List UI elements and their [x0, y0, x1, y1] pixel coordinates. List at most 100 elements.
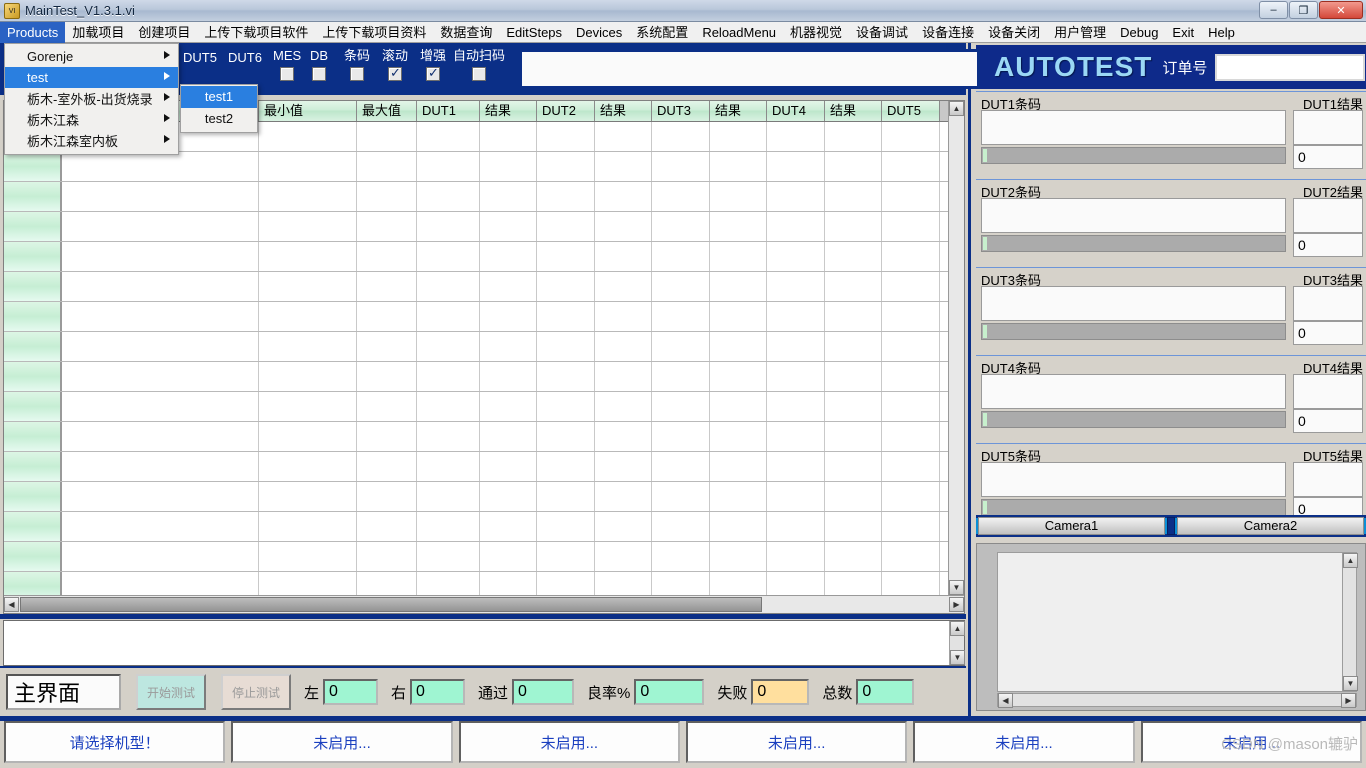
grid-cell[interactable]	[537, 272, 595, 301]
toolbar-checkbox-i4[interactable]	[426, 65, 440, 81]
log-vertical-scrollbar[interactable]: ▲ ▼	[949, 621, 965, 665]
grid-cell[interactable]	[595, 392, 652, 421]
grid-cell[interactable]	[417, 392, 480, 421]
grid-cell[interactable]	[357, 452, 417, 481]
grid-cell[interactable]	[62, 452, 259, 481]
grid-cell[interactable]	[767, 392, 825, 421]
log-textbox[interactable]: ▲ ▼	[3, 620, 965, 666]
grid-cell[interactable]	[882, 392, 940, 421]
grid-row[interactable]	[4, 272, 964, 302]
grid-cell[interactable]	[882, 242, 940, 271]
grid-cell[interactable]	[537, 182, 595, 211]
grid-cell[interactable]	[595, 272, 652, 301]
grid-row[interactable]	[4, 572, 964, 595]
grid-cell[interactable]	[537, 422, 595, 451]
grid-row[interactable]	[4, 242, 964, 272]
grid-cell[interactable]	[652, 242, 710, 271]
grid-cell[interactable]	[537, 212, 595, 241]
grid-cell[interactable]	[417, 542, 480, 571]
toolbar-checkbox-mes[interactable]	[280, 67, 295, 81]
grid-row[interactable]	[4, 332, 964, 362]
grid-cell[interactable]	[259, 362, 357, 391]
grid-cell[interactable]	[595, 512, 652, 541]
grid-cell[interactable]	[537, 572, 595, 595]
dut-barcode-input[interactable]	[981, 110, 1286, 145]
grid-cell[interactable]	[825, 242, 882, 271]
menu-item-i4[interactable]: 上传下载项目资料	[315, 22, 433, 43]
grid-cell[interactable]	[767, 422, 825, 451]
grid-cell[interactable]	[710, 242, 767, 271]
camera-scroll-up-icon[interactable]: ▲	[1343, 553, 1358, 568]
grid-row-header[interactable]	[4, 572, 62, 595]
grid-column-header-11[interactable]: 结果	[825, 101, 882, 121]
grid-row-header[interactable]	[4, 362, 62, 391]
order-number-input[interactable]	[1215, 53, 1366, 81]
grid-cell[interactable]	[480, 362, 537, 391]
grid-cell[interactable]	[767, 152, 825, 181]
grid-row-header[interactable]	[4, 452, 62, 481]
dut-barcode-input[interactable]	[981, 462, 1286, 497]
grid-cell[interactable]	[537, 242, 595, 271]
grid-cell[interactable]	[767, 122, 825, 151]
grid-cell[interactable]	[417, 332, 480, 361]
counter-value-3[interactable]: 0	[634, 679, 705, 705]
grid-cell[interactable]	[710, 572, 767, 595]
grid-cell[interactable]	[710, 542, 767, 571]
menu-item-i11[interactable]: 设备调试	[849, 22, 915, 43]
grid-cell[interactable]	[825, 542, 882, 571]
grid-cell[interactable]	[825, 482, 882, 511]
grid-cell[interactable]	[652, 452, 710, 481]
grid-cell[interactable]	[825, 332, 882, 361]
log-scroll-up-icon[interactable]: ▲	[950, 621, 965, 636]
menu-item-exit[interactable]: Exit	[1165, 22, 1201, 43]
grid-cell[interactable]	[652, 482, 710, 511]
grid-cell[interactable]	[259, 122, 357, 151]
grid-cell[interactable]	[480, 152, 537, 181]
grid-cell[interactable]	[767, 362, 825, 391]
grid-cell[interactable]	[480, 242, 537, 271]
grid-cell[interactable]	[259, 512, 357, 541]
status-cell-1[interactable]: 未启用...	[231, 721, 453, 763]
grid-cell[interactable]	[62, 212, 259, 241]
grid-row[interactable]	[4, 422, 964, 452]
grid-row-header[interactable]	[4, 332, 62, 361]
grid-cell[interactable]	[357, 542, 417, 571]
menu-item-editsteps[interactable]: EditSteps	[499, 22, 569, 43]
grid-cell[interactable]	[825, 122, 882, 151]
top-entry-input[interactable]	[519, 49, 980, 89]
grid-column-header-5[interactable]: 结果	[480, 101, 537, 121]
grid-cell[interactable]	[882, 122, 940, 151]
grid-cell[interactable]	[259, 482, 357, 511]
grid-cell[interactable]	[825, 152, 882, 181]
grid-cell[interactable]	[259, 452, 357, 481]
grid-row-header[interactable]	[4, 182, 62, 211]
grid-column-header-9[interactable]: 结果	[710, 101, 767, 121]
grid-cell[interactable]	[652, 512, 710, 541]
grid-cell[interactable]	[825, 302, 882, 331]
grid-cell[interactable]	[825, 212, 882, 241]
grid-cell[interactable]	[357, 212, 417, 241]
menu-item-help[interactable]: Help	[1201, 22, 1242, 43]
grid-cell[interactable]	[595, 362, 652, 391]
grid-cell[interactable]	[259, 422, 357, 451]
grid-cell[interactable]	[62, 152, 259, 181]
grid-cell[interactable]	[357, 512, 417, 541]
grid-cell[interactable]	[259, 272, 357, 301]
grid-row-header[interactable]	[4, 512, 62, 541]
grid-cell[interactable]	[825, 512, 882, 541]
grid-cell[interactable]	[417, 302, 480, 331]
grid-column-header-10[interactable]: DUT4	[767, 101, 825, 121]
grid-cell[interactable]	[882, 482, 940, 511]
grid-cell[interactable]	[767, 512, 825, 541]
grid-cell[interactable]	[767, 242, 825, 271]
grid-cell[interactable]	[595, 482, 652, 511]
products-menu-item-1[interactable]: test test1 test2	[5, 67, 258, 133]
grid-column-header-8[interactable]: DUT3	[652, 101, 710, 121]
grid-cell[interactable]	[480, 272, 537, 301]
grid-cell[interactable]	[62, 242, 259, 271]
products-menu-item-4[interactable]: 栃木江森室内板	[5, 130, 178, 151]
grid-cell[interactable]	[480, 482, 537, 511]
grid-cell[interactable]	[710, 482, 767, 511]
grid-cell[interactable]	[537, 122, 595, 151]
grid-cell[interactable]	[62, 302, 259, 331]
